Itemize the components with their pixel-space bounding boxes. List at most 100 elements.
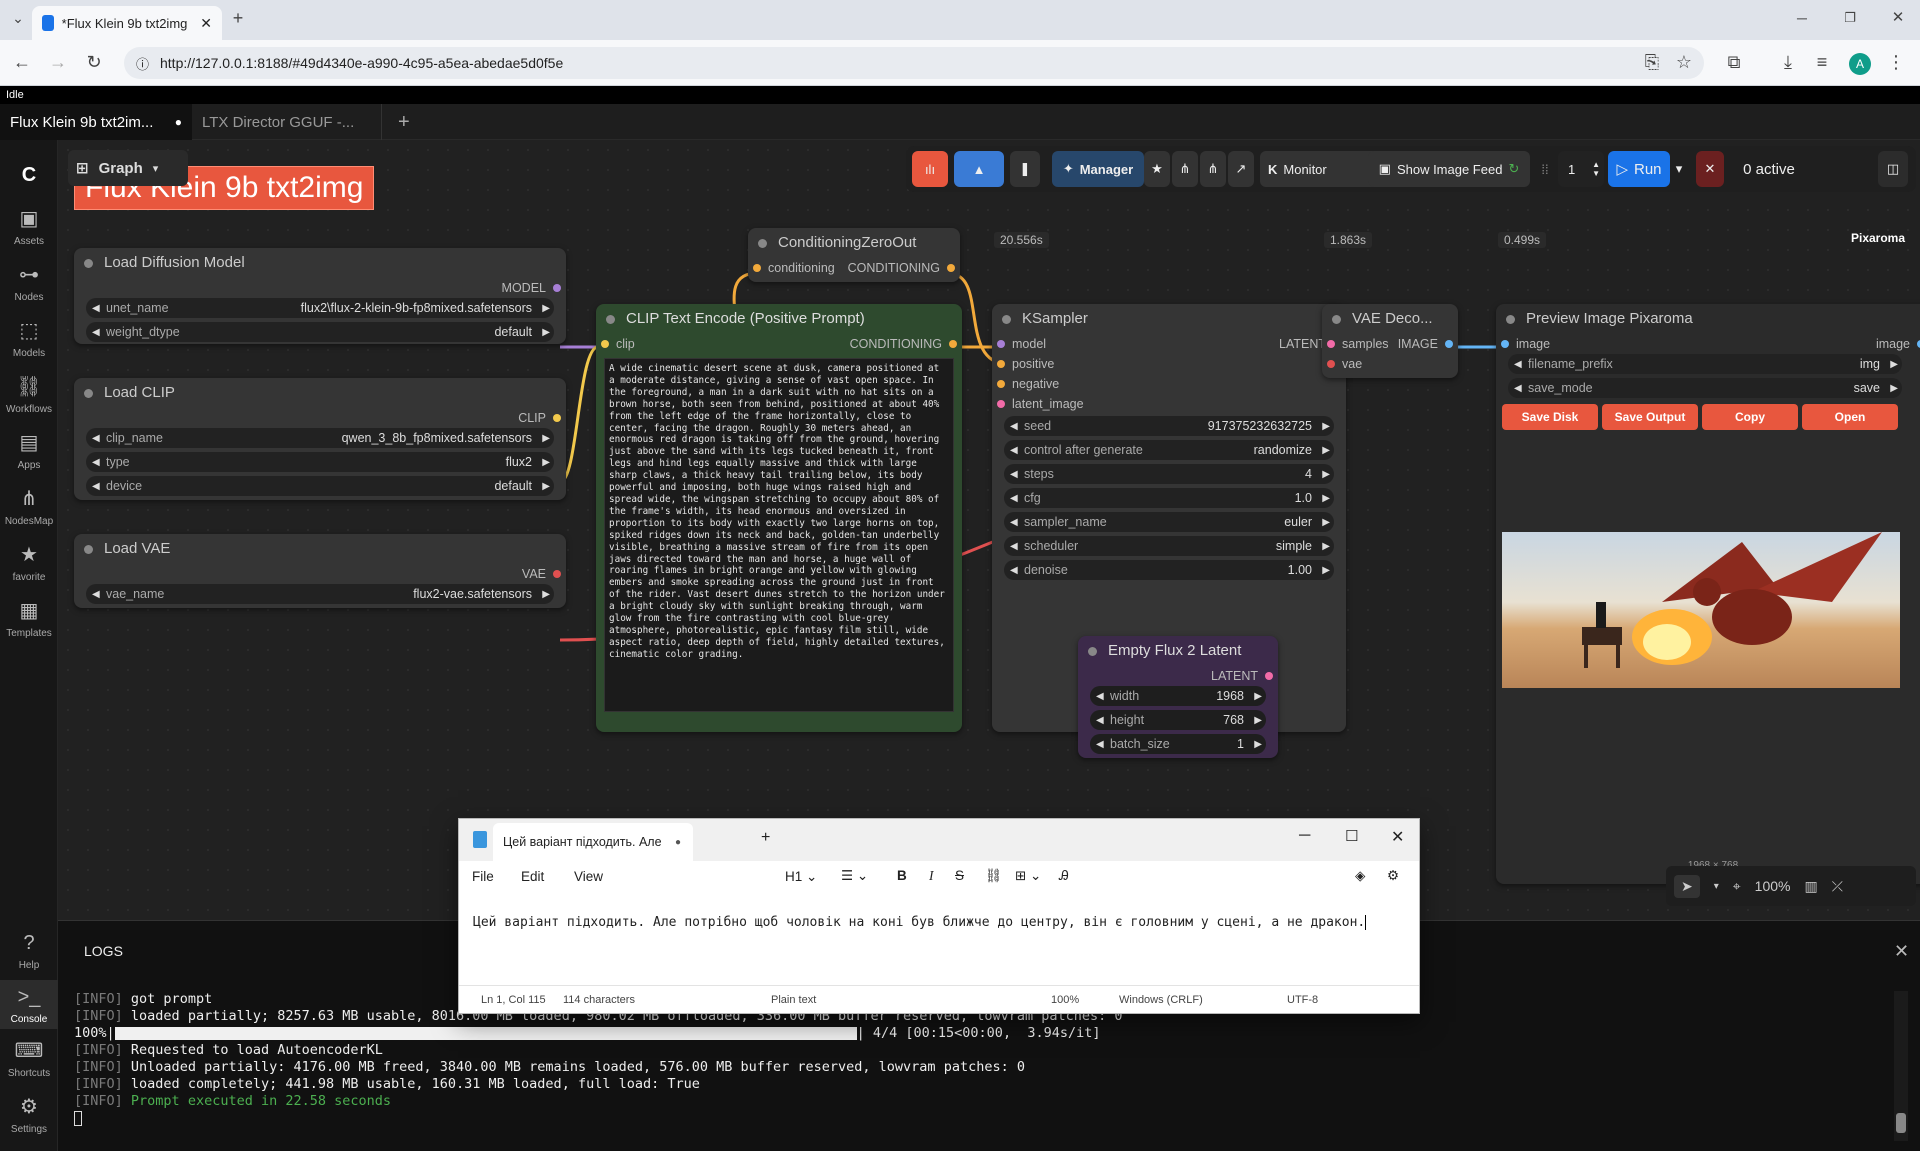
drag-handle-icon[interactable]: ⁞⁞ xyxy=(1538,151,1552,187)
slot-row[interactable]: conditioning CONDITIONING xyxy=(748,258,960,278)
generated-image[interactable] xyxy=(1502,532,1900,688)
widget-cfg[interactable]: cfg1.0 xyxy=(1004,488,1334,508)
select-tool-icon[interactable]: ➤ xyxy=(1674,874,1700,898)
prompt-textarea[interactable]: A wide cinematic desert scene at dusk, c… xyxy=(604,358,954,712)
sidebar-item-nodesmap[interactable]: ⋔ NodesMap xyxy=(0,486,58,527)
extensions-icon[interactable]: ⧉ xyxy=(1722,52,1746,72)
node-vae-decode[interactable]: VAE Deco... samples IMAGE vae xyxy=(1322,304,1458,378)
widget-height[interactable]: height768 xyxy=(1090,710,1266,730)
audio-bars-icon[interactable]: ılı xyxy=(912,151,948,187)
list-icon[interactable]: ☰ ⌄ xyxy=(841,868,868,884)
sidebar-item-favorite[interactable]: ★ favorite xyxy=(0,542,58,583)
sidebar-item-assets[interactable]: ▣ Assets xyxy=(0,206,58,247)
show-image-feed-button[interactable]: ▣ Show Image Feed ↻ xyxy=(1368,151,1530,187)
cancel-icon[interactable]: ✕ xyxy=(1696,151,1724,187)
share-icon[interactable]: ↗ xyxy=(1228,151,1254,187)
panel-toggle-icon[interactable]: ◫ xyxy=(1878,151,1908,187)
site-info-icon[interactable]: ⓘ xyxy=(136,54,149,73)
restore-icon[interactable]: ❐ xyxy=(1838,8,1862,28)
add-workflow-icon[interactable]: + xyxy=(388,104,420,140)
workflow-tab[interactable]: LTX Director GGUF -... xyxy=(192,104,382,140)
widget-denoise[interactable]: denoise1.00 xyxy=(1004,560,1334,580)
close-window-icon[interactable]: ✕ xyxy=(1886,8,1910,28)
widget-unet-name[interactable]: unet_nameflux2\flux-2-klein-9b-fp8mixed.… xyxy=(86,298,554,318)
download-icon[interactable]: ⤓ xyxy=(1776,52,1800,72)
widget-steps[interactable]: steps4 xyxy=(1004,464,1334,484)
close-logs-icon[interactable]: ✕ xyxy=(1894,941,1909,962)
menu-edit[interactable]: Edit xyxy=(521,869,544,884)
widget-scheduler[interactable]: schedulersimple xyxy=(1004,536,1334,556)
logs-scrollbar[interactable] xyxy=(1894,991,1908,1141)
italic-icon[interactable]: I xyxy=(929,868,934,884)
notepad-editor[interactable]: Цей варіант підходить. Але потрібно щоб … xyxy=(459,893,1419,985)
widget-control-after-generate[interactable]: control after generaterandomize xyxy=(1004,440,1334,460)
nodes-alt-icon[interactable]: ⋔ xyxy=(1200,151,1226,187)
tab-search-icon[interactable]: ⌄ xyxy=(6,8,30,28)
input-slot-latent-image[interactable]: latent_image xyxy=(992,394,1346,414)
sidebar-item-console[interactable]: >_ Console xyxy=(0,980,58,1029)
stepper-icon[interactable]: ▲ ▼ xyxy=(1592,160,1600,178)
table-icon[interactable]: ⊞ ⌄ xyxy=(1015,868,1041,884)
graph-mode-button[interactable]: ⊞ Graph ▾ xyxy=(68,150,188,186)
hide-links-icon[interactable]: ⤫ xyxy=(1832,878,1843,895)
widget-weight-dtype[interactable]: weight_dtypedefault xyxy=(86,322,554,342)
reload-icon[interactable]: ↻ xyxy=(82,52,106,72)
close-icon[interactable]: ✕ xyxy=(1391,827,1404,847)
widget-device[interactable]: devicedefault xyxy=(86,476,554,496)
widget-vae-name[interactable]: vae_nameflux2-vae.safetensors xyxy=(86,584,554,604)
node-load-vae[interactable]: Load VAE VAE vae_nameflux2-vae.safetenso… xyxy=(74,534,566,608)
input-slot-samples[interactable]: samples IMAGE xyxy=(1322,334,1458,354)
comfy-logo[interactable]: C xyxy=(0,162,58,192)
manager-button[interactable]: ✦ Manager xyxy=(1052,151,1144,187)
output-slot-latent[interactable]: LATENT xyxy=(1078,666,1278,686)
pixaroma-logo-icon[interactable]: ▲ xyxy=(954,151,1004,187)
scrollbar-thumb[interactable] xyxy=(1896,1113,1906,1133)
install-icon[interactable]: ⎘ xyxy=(1640,52,1664,72)
widget-seed[interactable]: seed917375232632725 xyxy=(1004,416,1334,436)
notepad-window[interactable]: Цей варіант підходить. Але потрі ● + ─ ☐… xyxy=(458,818,1420,1014)
input-slot-negative[interactable]: negative xyxy=(992,374,1346,394)
url-field[interactable]: ⓘ http://127.0.0.1:8188/#49d4340e-a990-4… xyxy=(124,47,1704,79)
menu-file[interactable]: File xyxy=(472,869,494,884)
new-tab-icon[interactable]: + xyxy=(761,829,770,847)
minimize-icon[interactable]: ─ xyxy=(1790,8,1814,28)
output-slot-model[interactable]: MODEL xyxy=(74,278,566,298)
menu-view[interactable]: View xyxy=(574,869,603,884)
sidebar-item-models[interactable]: ⬚ Models xyxy=(0,318,58,359)
node-conditioning-zero-out[interactable]: ConditioningZeroOut conditioning CONDITIO… xyxy=(748,228,960,282)
clear-format-icon[interactable]: Ꭿ xyxy=(1059,868,1069,884)
sidebar-item-nodes[interactable]: ⊶ Nodes xyxy=(0,262,58,303)
minimap-icon[interactable]: ▥ xyxy=(1804,878,1817,895)
sidebar-item-templates[interactable]: ▦ Templates xyxy=(0,598,58,639)
copy-button[interactable]: Copy xyxy=(1702,404,1798,430)
widget-batch-size[interactable]: batch_size1 xyxy=(1090,734,1266,754)
sidebar-item-apps[interactable]: ▤ Apps xyxy=(0,430,58,471)
input-slot-clip[interactable]: clip CONDITIONING xyxy=(596,334,962,354)
chevron-down-icon[interactable]: ▾ xyxy=(1714,881,1719,892)
workflow-tab-active[interactable]: Flux Klein 9b txt2im... ● xyxy=(0,104,192,140)
copilot-icon[interactable]: ◈ xyxy=(1355,868,1365,884)
log-cursor[interactable] xyxy=(74,1110,1884,1127)
run-options-chevron-icon[interactable]: ▾ xyxy=(1670,151,1688,187)
bold-icon[interactable]: B xyxy=(897,868,907,883)
bookmark-icon[interactable]: ❚ xyxy=(1010,151,1040,187)
browser-tab[interactable]: *Flux Klein 9b txt2img Man Dra ✕ xyxy=(32,6,222,40)
input-slot-vae[interactable]: vae xyxy=(1322,354,1458,374)
profile-avatar[interactable]: A xyxy=(1849,53,1871,75)
save-output-button[interactable]: Save Output xyxy=(1602,404,1698,430)
widget-filename-prefix[interactable]: filename_prefiximg xyxy=(1508,354,1902,374)
sidebar-item-settings[interactable]: ⚙ Settings xyxy=(0,1094,58,1135)
node-preview-image[interactable]: Preview Image Pixaroma imageimage filena… xyxy=(1496,304,1920,884)
input-slot-positive[interactable]: positive xyxy=(992,354,1346,374)
sidebar-item-shortcuts[interactable]: ⌨ Shortcuts xyxy=(0,1038,58,1079)
run-button[interactable]: ▷ Run xyxy=(1608,151,1670,187)
new-tab-icon[interactable]: + xyxy=(226,8,250,28)
graph-canvas[interactable]: Flux Klein 9b txt2img Load Diffusion Mod… xyxy=(58,140,1920,920)
notepad-tab[interactable]: Цей варіант підходить. Але потрі ● xyxy=(493,823,693,861)
bookmark-star-icon[interactable]: ☆ xyxy=(1672,52,1696,72)
open-button[interactable]: Open xyxy=(1802,404,1898,430)
close-tab-icon[interactable]: ✕ xyxy=(200,15,212,32)
node-clip-text-encode[interactable]: CLIP Text Encode (Positive Prompt) clip C… xyxy=(596,304,962,732)
input-slot-model[interactable]: model LATENT xyxy=(992,334,1346,354)
widget-clip-name[interactable]: clip_nameqwen_3_8b_fp8mixed.safetensors xyxy=(86,428,554,448)
